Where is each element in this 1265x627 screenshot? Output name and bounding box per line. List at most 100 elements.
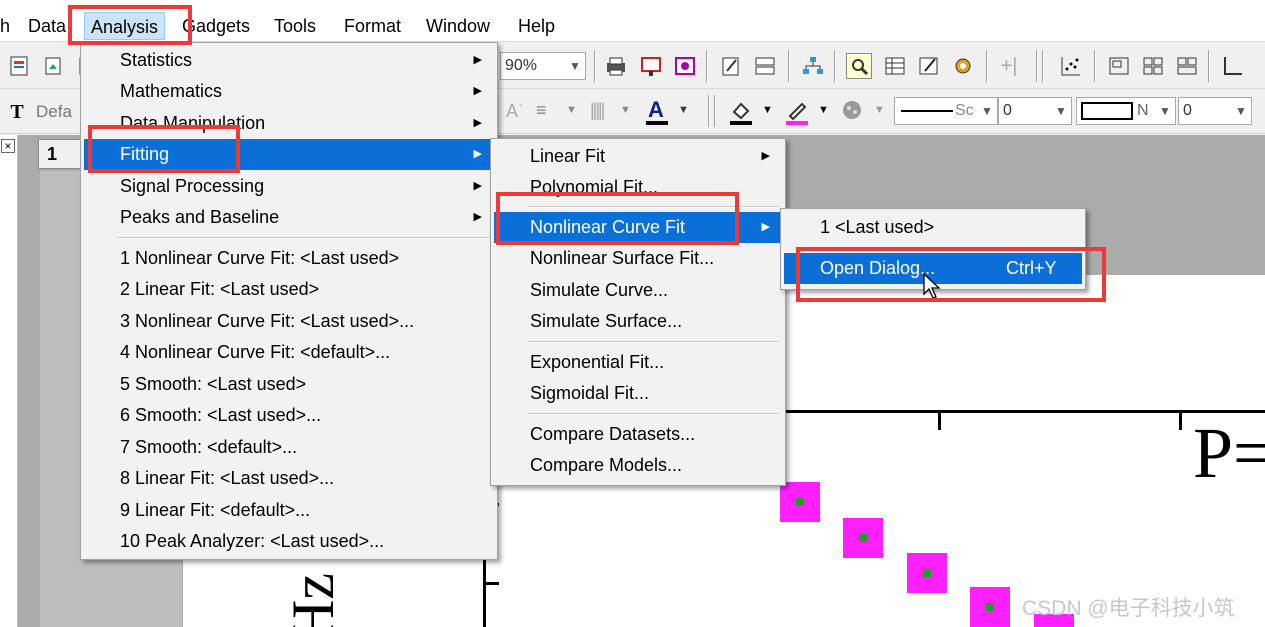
menu-format[interactable]: Format xyxy=(338,12,407,40)
chevron-down-icon[interactable]: ▼ xyxy=(566,104,577,116)
scatter-plot-icon[interactable] xyxy=(1058,53,1084,79)
menu-separator xyxy=(527,206,779,208)
font-icon[interactable]: T xyxy=(4,99,30,125)
data-point xyxy=(780,482,820,522)
menu-help[interactable]: Help xyxy=(512,12,561,40)
recent-item[interactable]: 3 Nonlinear Curve Fit: <Last used>... xyxy=(84,306,494,337)
recent-item[interactable]: 5 Smooth: <Last used> xyxy=(84,369,494,400)
chevron-down-icon[interactable]: ▼ xyxy=(620,104,631,116)
new-project-icon[interactable] xyxy=(6,53,32,79)
menu-analysis[interactable]: Analysis xyxy=(84,12,166,40)
line-style-value: Sc xyxy=(955,102,974,119)
analysis-menu: Statistics ▶ Mathematics ▶ Data Manipulati… xyxy=(80,42,498,560)
menu-item-last-used[interactable]: 1 <Last used> xyxy=(784,212,1082,243)
worksheet-icon[interactable] xyxy=(882,53,908,79)
export-icon[interactable] xyxy=(638,53,664,79)
toolbar-separator xyxy=(714,95,716,127)
gear-icon[interactable] xyxy=(950,53,976,79)
menu-tools[interactable]: Tools xyxy=(268,12,322,40)
chevron-down-icon[interactable]: ▼ xyxy=(818,104,829,116)
border-width-combo[interactable]: 0 ▼ xyxy=(1178,97,1252,125)
menu-item-signal-processing[interactable]: Signal Processing ▶ xyxy=(84,171,494,202)
menu-item-label: Nonlinear Curve Fit xyxy=(530,217,686,237)
font-name[interactable]: Defa xyxy=(36,102,72,122)
menu-item-label: Mathematics xyxy=(120,81,223,101)
menu-item-label: Data Manipulation xyxy=(120,113,266,133)
line-style-combo[interactable]: Sc ▼ xyxy=(894,97,998,125)
font-size-icon[interactable]: Aˈ xyxy=(506,101,524,122)
add-layer-icon[interactable]: +| xyxy=(996,53,1022,79)
menu-item-polynomial-fit[interactable]: Polynomial Fit... xyxy=(494,172,782,203)
menu-item-exponential-fit[interactable]: Exponential Fit... xyxy=(494,347,782,378)
menu-item-mathematics[interactable]: Mathematics ▶ xyxy=(84,76,494,107)
menu-item-peaks-baseline[interactable]: Peaks and Baseline ▶ xyxy=(84,202,494,233)
grid-layers-icon[interactable] xyxy=(1140,53,1166,79)
submenu-arrow-icon: ▶ xyxy=(761,150,770,162)
menu-separator xyxy=(527,413,779,415)
merge-layers-icon[interactable] xyxy=(1106,53,1132,79)
menu-item-label: Statistics xyxy=(120,50,193,70)
menu-item-linear-fit[interactable]: Linear Fit ▶ xyxy=(494,141,782,172)
magnifier-icon[interactable] xyxy=(846,53,872,79)
menu-item-simulate-surface[interactable]: Simulate Surface... xyxy=(494,306,782,337)
recent-item[interactable]: 9 Linear Fit: <default>... xyxy=(84,495,494,526)
recent-item[interactable]: 2 Linear Fit: <Last used> xyxy=(84,274,494,305)
recent-item[interactable]: 1 Nonlinear Curve Fit: <Last used> xyxy=(84,243,494,274)
menu-graph[interactable]: h xyxy=(0,12,16,40)
fitting-submenu: Linear Fit ▶ Polynomial Fit... Nonlinear … xyxy=(490,138,786,486)
recent-item[interactable]: 7 Smooth: <default>... xyxy=(84,432,494,463)
menu-item-nonlinear-surface-fit[interactable]: Nonlinear Surface Fit... xyxy=(494,243,782,274)
menu-item-sigmoidal-fit[interactable]: Sigmoidal Fit... xyxy=(494,378,782,409)
menu-item-compare-datasets[interactable]: Compare Datasets... xyxy=(494,419,782,450)
line-color-icon[interactable] xyxy=(784,98,810,131)
menu-item-data-manipulation[interactable]: Data Manipulation ▶ xyxy=(84,108,494,139)
print-icon[interactable] xyxy=(603,53,629,79)
menu-item-compare-models[interactable]: Compare Models... xyxy=(494,450,782,481)
chevron-down-icon[interactable]: ▼ xyxy=(874,104,885,116)
chevron-down-icon[interactable]: ▼ xyxy=(762,104,773,116)
menu-data[interactable]: Data xyxy=(22,12,72,40)
menu-item-statistics[interactable]: Statistics ▶ xyxy=(84,45,494,76)
recent-item[interactable]: 8 Linear Fit: <Last used>... xyxy=(84,463,494,494)
zoom-value: 90% xyxy=(505,57,538,74)
zoom-combo[interactable]: 90% ▼ xyxy=(500,52,586,80)
pattern-icon[interactable] xyxy=(838,98,866,129)
font-color-icon[interactable]: A xyxy=(644,96,670,126)
menu-item-label: Fitting xyxy=(120,144,170,164)
menu-separator xyxy=(117,237,491,239)
shortcut-label: Ctrl+Y xyxy=(1006,258,1057,278)
menu-window[interactable]: Window xyxy=(420,12,496,40)
align-icon[interactable]: ≡ xyxy=(536,100,547,121)
recent-item[interactable]: 10 Peak Analyzer: <Last used>... xyxy=(84,526,494,557)
close-icon[interactable]: × xyxy=(1,139,15,153)
toolbar-separator xyxy=(834,50,836,82)
arrange-layers-icon[interactable] xyxy=(1174,53,1200,79)
recent-item[interactable]: 6 Smooth: <Last used>... xyxy=(84,400,494,431)
menu-gadgets[interactable]: Gadgets xyxy=(176,12,256,40)
menu-separator xyxy=(527,341,779,343)
menu-item-fitting[interactable]: Fitting ▶ xyxy=(84,139,494,170)
submenu-arrow-icon: ▶ xyxy=(761,221,770,233)
axis-icon[interactable] xyxy=(1220,53,1246,79)
fill-color-icon[interactable] xyxy=(728,98,754,131)
submenu-arrow-icon: ▶ xyxy=(473,211,482,223)
menu-item-simulate-curve[interactable]: Simulate Curve... xyxy=(494,275,782,306)
menu-item-label: Open Dialog... xyxy=(820,258,936,278)
edit-sheet-icon[interactable] xyxy=(916,53,942,79)
chevron-down-icon[interactable]: ▼ xyxy=(678,104,689,116)
border-width-value: 0 xyxy=(1183,102,1192,119)
chevron-down-icon: ▼ xyxy=(1055,104,1067,118)
open-icon[interactable] xyxy=(40,53,66,79)
layer-tab[interactable]: 1 xyxy=(38,139,82,169)
notes-icon[interactable] xyxy=(718,53,744,79)
barcode-icon[interactable]: ||||| xyxy=(590,100,605,121)
border-combo[interactable]: N ▼ xyxy=(1076,97,1176,125)
split-icon[interactable] xyxy=(752,53,778,79)
line-width-combo[interactable]: 0 ▼ xyxy=(998,97,1072,125)
menu-item-nonlinear-curve-fit[interactable]: Nonlinear Curve Fit ▶ xyxy=(494,212,782,243)
hierarchy-icon[interactable] xyxy=(800,53,826,79)
recent-item[interactable]: 4 Nonlinear Curve Fit: <default>... xyxy=(84,337,494,368)
data-point xyxy=(970,587,1010,627)
toolbar-separator xyxy=(1036,50,1038,82)
layout-icon[interactable] xyxy=(672,53,698,79)
